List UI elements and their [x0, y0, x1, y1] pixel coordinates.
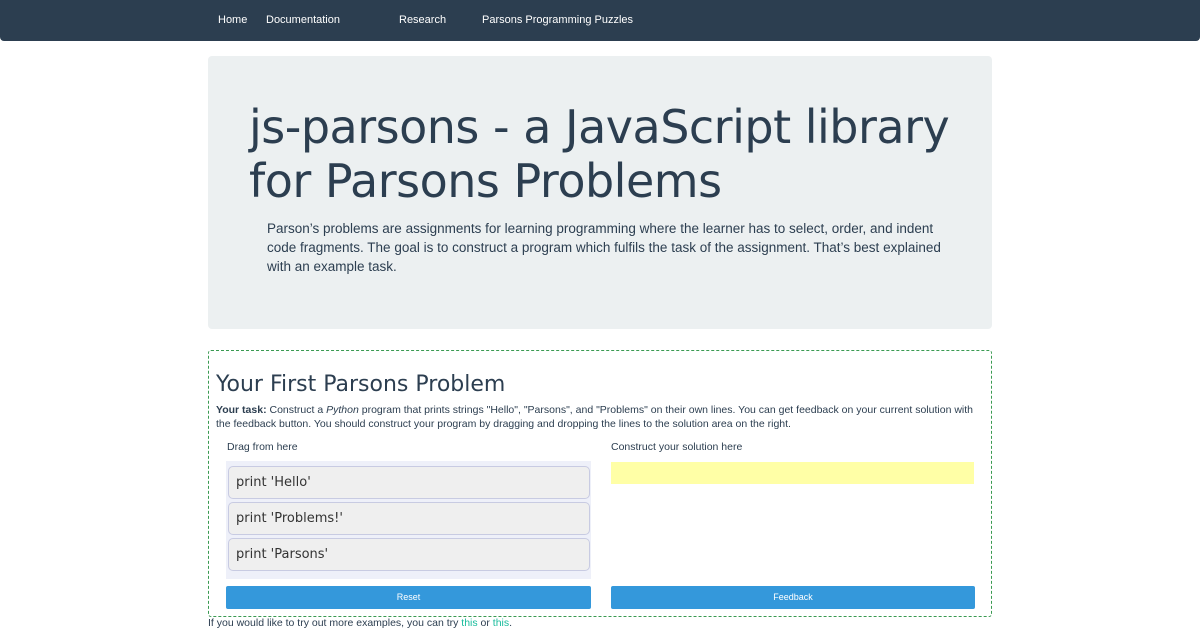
- example-link-2[interactable]: this: [493, 617, 509, 629]
- nav-link-research[interactable]: Research: [399, 13, 446, 27]
- nav-link-documentation[interactable]: Documentation: [266, 13, 340, 27]
- example-link-1[interactable]: this: [461, 617, 477, 629]
- hero-lead-text: Parson’s problems are assignments for le…: [267, 221, 941, 274]
- problem-title: Your First Parsons Problem: [216, 372, 506, 397]
- hero-jumbotron: js-parsons - a JavaScript library for Pa…: [208, 56, 992, 329]
- code-line[interactable]: print 'Problems!': [228, 502, 590, 535]
- code-line[interactable]: print 'Hello': [228, 466, 590, 499]
- code-line[interactable]: print 'Parsons': [228, 538, 590, 571]
- parsons-problem-panel: Your First Parsons Problem Your task: Co…: [208, 350, 992, 617]
- reset-button[interactable]: Reset: [226, 586, 591, 609]
- nav-link-home[interactable]: Home: [218, 13, 247, 27]
- top-navbar: Home Documentation Research Parsons Prog…: [0, 0, 1200, 41]
- source-area-label: Drag from here: [227, 441, 298, 453]
- feedback-button[interactable]: Feedback: [611, 586, 975, 609]
- page-title: js-parsons - a JavaScript library for Pa…: [249, 100, 950, 208]
- more-examples-text: If you would like to try out more exampl…: [208, 616, 512, 630]
- solution-area-label: Construct your solution here: [611, 441, 743, 453]
- source-code-area[interactable]: print 'Hello' print 'Problems!' print 'P…: [226, 461, 591, 579]
- nav-link-parsons-puzzles[interactable]: Parsons Programming Puzzles: [482, 13, 633, 27]
- footer-text-part-1: If you would like to try out more exampl…: [208, 617, 462, 629]
- task-label: Your task:: [216, 404, 267, 416]
- task-text-part-1: Construct a: [266, 404, 327, 416]
- solution-drop-area[interactable]: [611, 462, 974, 484]
- footer-text-part-3: .: [509, 617, 513, 629]
- footer-text-part-2: or: [477, 617, 493, 629]
- task-language: Python: [326, 404, 359, 416]
- task-description: Your task: Construct a Python program th…: [216, 403, 976, 431]
